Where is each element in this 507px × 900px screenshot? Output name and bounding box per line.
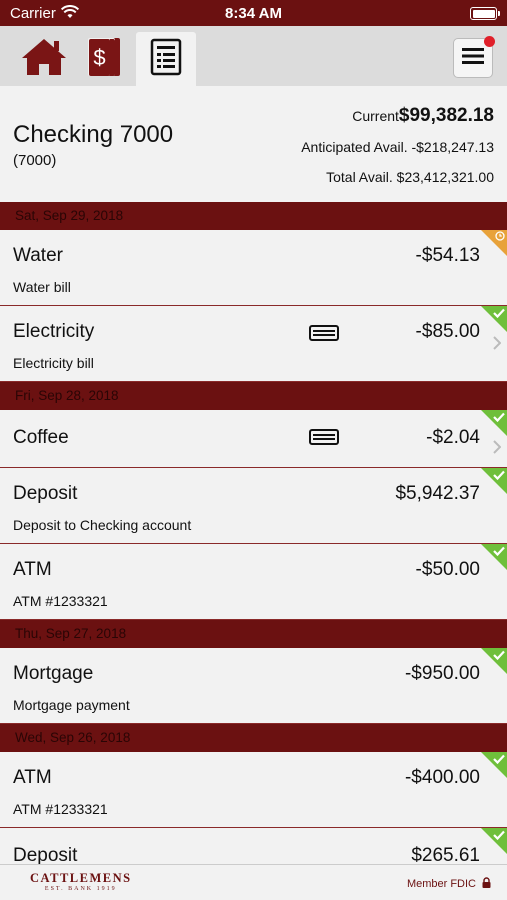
transaction-row[interactable]: Electricity Electricity bill -$85.00: [0, 306, 507, 382]
check-icon: [492, 306, 506, 324]
bank-name: CATTLEMENS: [30, 871, 132, 885]
account-summary: Checking 7000 (7000) Current$99,382.18 A…: [0, 86, 507, 202]
hamburger-menu-icon: [462, 47, 484, 70]
transaction-description: Electricity bill: [13, 355, 94, 371]
account-number: (7000): [13, 152, 57, 169]
transaction-title: Coffee: [13, 427, 69, 448]
menu-button[interactable]: [453, 36, 495, 78]
date-header: Wed, Sep 26, 2018: [0, 724, 507, 752]
fdic-notice: Member FDIC: [407, 877, 491, 891]
total-balance: Total Avail. $23,412,321.00: [326, 169, 494, 185]
current-balance-amount: $99,382.18: [398, 105, 494, 126]
check-icon: [492, 828, 506, 846]
bank-logo: CATTLEMENS EST. BANK 1919: [30, 871, 132, 892]
check-icon: [492, 468, 506, 486]
transaction-title: Deposit: [13, 845, 78, 864]
transaction-row[interactable]: Deposit Deposit to Checking account $5,942…: [0, 468, 507, 544]
card-icon: [309, 429, 339, 450]
transaction-row[interactable]: Mortgage Mortgage payment -$950.00: [0, 648, 507, 724]
check-icon: [492, 752, 506, 770]
tab-accounts[interactable]: $: [74, 32, 134, 86]
transaction-description: ATM #1233321: [13, 801, 108, 817]
transaction-title: Mortgage: [13, 663, 94, 684]
clock-icon: [494, 230, 506, 248]
tab-transactions[interactable]: [136, 32, 196, 86]
battery-icon: [470, 7, 500, 20]
status-bar: Carrier 8:34 AM: [0, 0, 507, 26]
transaction-title: Deposit: [13, 483, 78, 504]
transaction-row[interactable]: Coffee -$2.04: [0, 410, 507, 468]
transaction-amount: $5,942.37: [395, 483, 480, 504]
current-balance: Current$99,382.18: [352, 105, 494, 127]
transaction-amount: -$50.00: [415, 559, 480, 580]
check-icon: [492, 410, 506, 428]
clock: 8:34 AM: [225, 5, 282, 22]
transaction-title: ATM: [13, 767, 52, 788]
transaction-description: Mortgage payment: [13, 697, 130, 713]
date-header: Thu, Sep 27, 2018: [0, 620, 507, 648]
transaction-amount: -$54.13: [415, 245, 480, 266]
check-icon: [492, 544, 506, 562]
date-header: Fri, Sep 28, 2018: [0, 382, 507, 410]
transaction-row[interactable]: ATM ATM #1233321 -$50.00: [0, 544, 507, 620]
notification-dot: [484, 36, 495, 47]
transaction-description: Water bill: [13, 279, 71, 295]
card-icon: [309, 325, 339, 346]
bank-tagline: EST. BANK 1919: [44, 886, 117, 892]
transaction-description: ATM #1233321: [13, 593, 108, 609]
chevron-right-icon[interactable]: [493, 336, 502, 355]
transaction-amount: -$400.00: [404, 767, 480, 788]
svg-text:$: $: [93, 45, 105, 70]
transaction-row[interactable]: Deposit $265.61: [0, 828, 507, 864]
transaction-amount: -$85.00: [415, 321, 480, 342]
transaction-title: Water: [13, 245, 63, 266]
footer: CATTLEMENS EST. BANK 1919 Member FDIC: [0, 864, 507, 900]
transaction-row[interactable]: Water Water bill -$54.13: [0, 230, 507, 306]
transaction-list[interactable]: Sat, Sep 29, 2018 Water Water bill -$54.13 E…: [0, 202, 507, 864]
account-name: Checking 7000: [13, 121, 174, 148]
date-header: Sat, Sep 29, 2018: [0, 202, 507, 230]
document-list-icon: [150, 38, 182, 81]
transaction-description: Deposit to Checking account: [13, 517, 192, 533]
transaction-title: Electricity: [13, 321, 95, 342]
transaction-title: ATM: [13, 559, 52, 580]
transaction-row[interactable]: ATM ATM #1233321 -$400.00: [0, 752, 507, 828]
transaction-amount: -$2.04: [426, 427, 480, 448]
current-balance-label: Current: [352, 108, 399, 124]
check-icon: [492, 648, 506, 666]
home-icon: [21, 37, 67, 82]
chevron-right-icon[interactable]: [493, 440, 502, 459]
anticipated-balance: Anticipated Avail. -$218,247.13: [301, 139, 494, 155]
transaction-amount: -$950.00: [404, 663, 480, 684]
tab-home[interactable]: [14, 32, 74, 86]
top-nav: $: [0, 26, 507, 86]
transaction-amount: $265.61: [411, 845, 480, 864]
fdic-label: Member FDIC: [406, 878, 476, 890]
dollar-cards-icon: $: [84, 36, 124, 83]
lock-icon: [482, 877, 491, 891]
